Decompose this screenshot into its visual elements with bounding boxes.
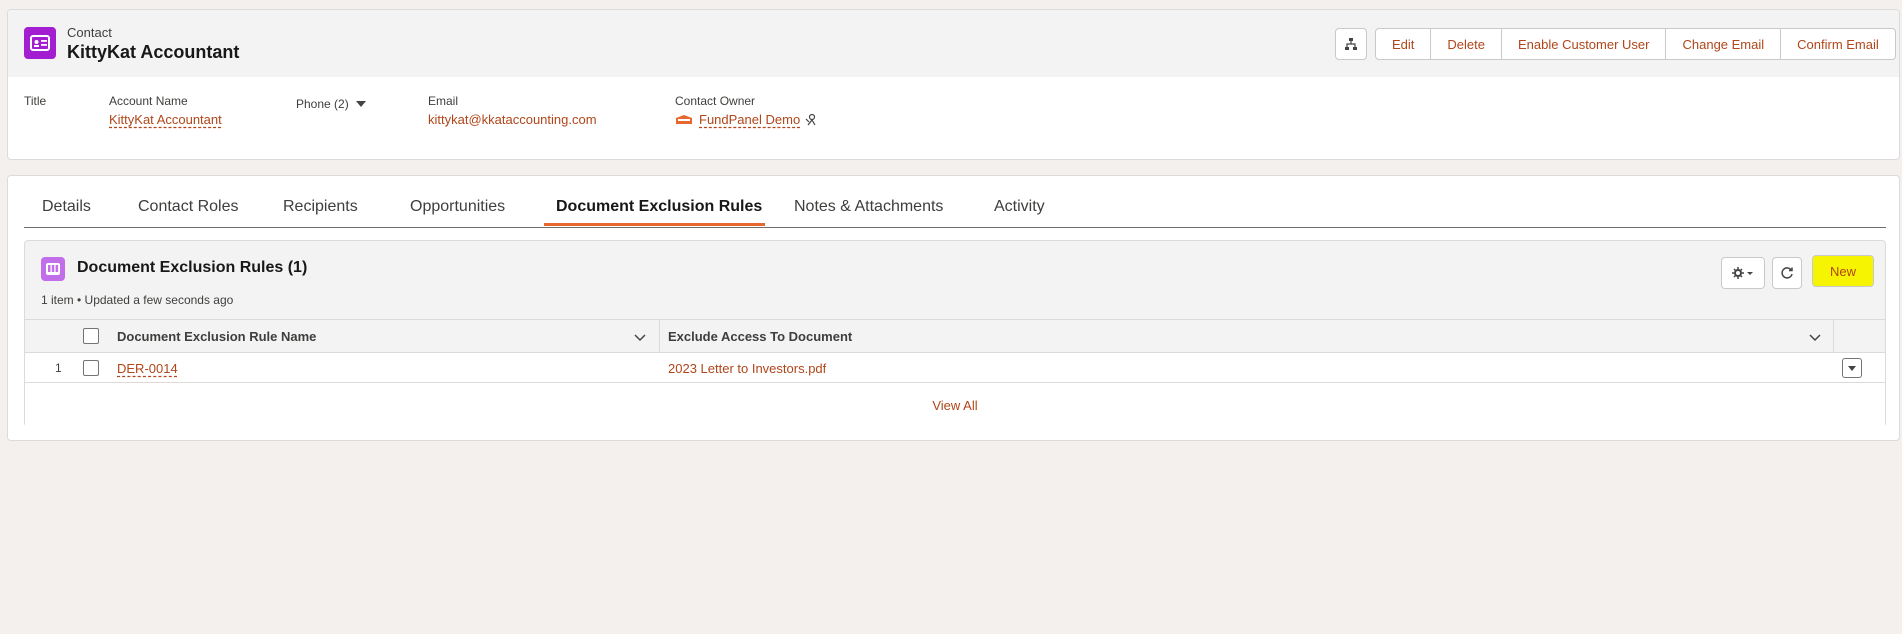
caret-down-icon (355, 101, 366, 107)
record-name-link[interactable]: DER-0014 (117, 361, 178, 376)
active-tab-indicator (544, 223, 765, 226)
table-row: 1 DER-0014 2023 Letter to Investors.pdf (25, 353, 1885, 383)
owner-field: Contact Owner FundPanel Demo (675, 94, 817, 127)
related-list-title[interactable]: Document Exclusion Rules (1) (77, 259, 307, 277)
caret-down-icon (1848, 366, 1856, 371)
owner-label: Contact Owner (675, 94, 756, 108)
email-label: Email (428, 94, 459, 108)
title-field: Title (24, 94, 46, 108)
view-all-link[interactable]: View All (25, 383, 1885, 427)
record-header: Contact KittyKat Accountant Edit Delete … (7, 9, 1900, 160)
gear-icon (1732, 267, 1753, 279)
email-field: Email kittykat@kkataccounting.com (428, 94, 597, 127)
tab-document-exclusion-rules[interactable]: Document Exclusion Rules (556, 198, 762, 216)
related-list-subtitle: 1 item • Updated a few seconds ago (41, 293, 234, 307)
confirm-email-button[interactable]: Confirm Email (1781, 28, 1896, 60)
title-label: Title (24, 94, 47, 108)
object-label: Contact (67, 25, 112, 40)
record-body: Details Contact Roles Recipients Opportu… (7, 175, 1900, 441)
enable-customer-user-button[interactable]: Enable Customer User (1501, 28, 1667, 60)
owner-avatar-icon (676, 114, 692, 124)
tab-recipients[interactable]: Recipients (283, 198, 358, 216)
edit-button[interactable]: Edit (1375, 28, 1432, 60)
related-list-icon (41, 257, 65, 281)
account-field: Account Name KittyKat Accountant (109, 94, 222, 127)
record-title: KittyKat Accountant (67, 42, 240, 62)
related-list-table: Document Exclusion Rule Name Exclude Acc… (25, 319, 1885, 427)
record-actions: Edit Delete Enable Customer User Change … (1375, 28, 1896, 60)
change-owner-icon[interactable] (805, 113, 817, 127)
hierarchy-button[interactable] (1335, 28, 1367, 60)
column-header-name[interactable]: Document Exclusion Rule Name (117, 329, 316, 344)
list-settings-button[interactable] (1721, 257, 1765, 289)
select-all-checkbox[interactable] (83, 328, 99, 344)
tab-contact-roles[interactable]: Contact Roles (138, 198, 239, 216)
row-checkbox[interactable] (83, 360, 99, 376)
document-link[interactable]: 2023 Letter to Investors.pdf (668, 361, 826, 376)
refresh-button[interactable] (1772, 257, 1802, 289)
phone-label: Phone (2) (296, 97, 349, 111)
related-list-card: Document Exclusion Rules (1) 1 item • Up… (24, 240, 1886, 427)
header-top: Contact KittyKat Accountant Edit Delete … (8, 10, 1899, 77)
column-menu-chevron-icon[interactable] (633, 330, 647, 344)
row-number: 1 (55, 361, 62, 375)
phone-field[interactable]: Phone (2) (296, 97, 368, 111)
contact-card-icon (24, 27, 56, 59)
refresh-icon (1781, 267, 1793, 279)
account-link[interactable]: KittyKat Accountant (109, 112, 222, 127)
tab-bar: Details Contact Roles Recipients Opportu… (24, 176, 1886, 228)
hierarchy-icon (1345, 38, 1357, 50)
account-label: Account Name (109, 94, 188, 108)
table-header: Document Exclusion Rule Name Exclude Acc… (25, 319, 1885, 353)
tab-activity[interactable]: Activity (994, 198, 1045, 216)
row-actions-button[interactable] (1842, 358, 1862, 378)
email-link[interactable]: kittykat@kkataccounting.com (428, 112, 597, 127)
owner-link[interactable]: FundPanel Demo (699, 112, 800, 127)
change-email-button[interactable]: Change Email (1666, 28, 1782, 60)
column-header-document[interactable]: Exclude Access To Document (668, 329, 852, 344)
new-button[interactable]: New (1812, 255, 1874, 287)
delete-button[interactable]: Delete (1431, 28, 1502, 60)
column-divider[interactable] (659, 320, 660, 352)
tab-opportunities[interactable]: Opportunities (410, 198, 505, 216)
column-menu-chevron-icon[interactable] (1808, 330, 1822, 344)
tab-notes-attachments[interactable]: Notes & Attachments (794, 198, 943, 216)
tab-details[interactable]: Details (42, 198, 91, 216)
column-divider[interactable] (1833, 320, 1834, 352)
